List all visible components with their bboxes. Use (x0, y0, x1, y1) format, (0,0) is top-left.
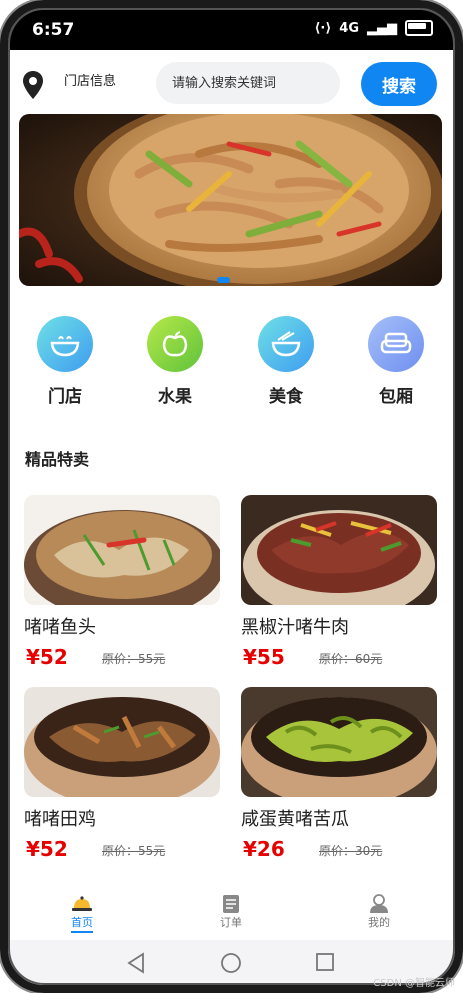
category-label: 美食 (269, 387, 303, 407)
category-food[interactable]: 美食 (246, 316, 326, 407)
product-price: ¥52 (26, 837, 68, 861)
back-icon[interactable] (126, 952, 146, 974)
apple-icon (147, 316, 203, 372)
food-bowl-icon (258, 316, 314, 372)
carousel-indicator-dot[interactable] (217, 277, 230, 283)
profile-icon (349, 890, 409, 914)
watermark: CSDN @智能云师 (373, 978, 455, 989)
location-pin-icon[interactable] (22, 70, 44, 100)
product-card[interactable]: 啫啫田鸡 ¥52 原价：55元 (24, 687, 220, 863)
product-price: ¥52 (26, 645, 68, 669)
store-info-link[interactable]: 门店信息 (64, 70, 116, 89)
tab-label: 订单 (220, 916, 242, 929)
battery-icon (405, 20, 433, 36)
order-icon (201, 890, 261, 914)
product-card[interactable]: 黑椒汁啫牛肉 ¥55 原价：60元 (241, 495, 437, 671)
category-store[interactable]: 门店 (25, 316, 105, 407)
tab-profile[interactable]: 我的 (349, 890, 409, 930)
product-name: 黑椒汁啫牛肉 (241, 617, 349, 638)
search-button[interactable]: 搜索 (361, 62, 437, 106)
recents-square-icon[interactable] (315, 952, 335, 972)
sofa-icon (368, 316, 424, 372)
category-label: 水果 (158, 387, 192, 407)
product-original-price: 原价：55元 (102, 844, 166, 858)
link-icon: ⟨·⟩ (314, 20, 332, 36)
tab-label: 首页 (71, 914, 93, 933)
product-card[interactable]: 咸蛋黄啫苦瓜 ¥26 原价：30元 (241, 687, 437, 863)
tab-orders[interactable]: 订单 (201, 890, 261, 930)
product-name: 啫啫田鸡 (24, 809, 96, 830)
category-private-room[interactable]: 包厢 (356, 316, 436, 407)
tab-label: 我的 (368, 916, 390, 929)
product-name: 啫啫鱼头 (24, 617, 96, 638)
tab-home[interactable]: 首页 (52, 890, 112, 933)
category-label: 包厢 (379, 387, 413, 407)
home-circle-icon[interactable] (220, 952, 242, 974)
product-price: ¥26 (243, 837, 285, 861)
home-bell-icon (52, 890, 112, 914)
bowl-icon (37, 316, 93, 372)
product-name: 咸蛋黄啫苦瓜 (241, 809, 349, 830)
product-image (241, 495, 437, 605)
product-original-price: 原价：55元 (102, 652, 166, 666)
product-price: ¥55 (243, 645, 285, 669)
bottom-tab-bar: 首页 订单 我的 (8, 884, 455, 940)
product-original-price: 原价：30元 (319, 844, 383, 858)
section-title: 精品特卖 (25, 450, 90, 469)
category-label: 门店 (48, 387, 82, 407)
signal-icon: 4G (339, 20, 359, 36)
status-bar: 6:57 ⟨·⟩ 4G ▂▄▆ (8, 8, 455, 50)
banner-carousel[interactable] (19, 114, 442, 286)
search-input[interactable] (156, 62, 340, 104)
product-image (241, 687, 437, 797)
product-image (24, 687, 220, 797)
header: 门店信息 搜索 (8, 50, 455, 114)
status-time: 6:57 (32, 20, 75, 40)
category-grid: 门店 水果 美食 包厢 (8, 316, 455, 416)
category-fruit[interactable]: 水果 (135, 316, 215, 407)
product-image (24, 495, 220, 605)
product-card[interactable]: 啫啫鱼头 ¥52 原价：55元 (24, 495, 220, 671)
banner-food-image (19, 114, 442, 286)
product-original-price: 原价：60元 (319, 652, 383, 666)
phone-screen: 6:57 ⟨·⟩ 4G ▂▄▆ 门店信息 搜索 (8, 8, 455, 985)
cellular-bars-icon: ▂▄▆ (367, 20, 397, 36)
